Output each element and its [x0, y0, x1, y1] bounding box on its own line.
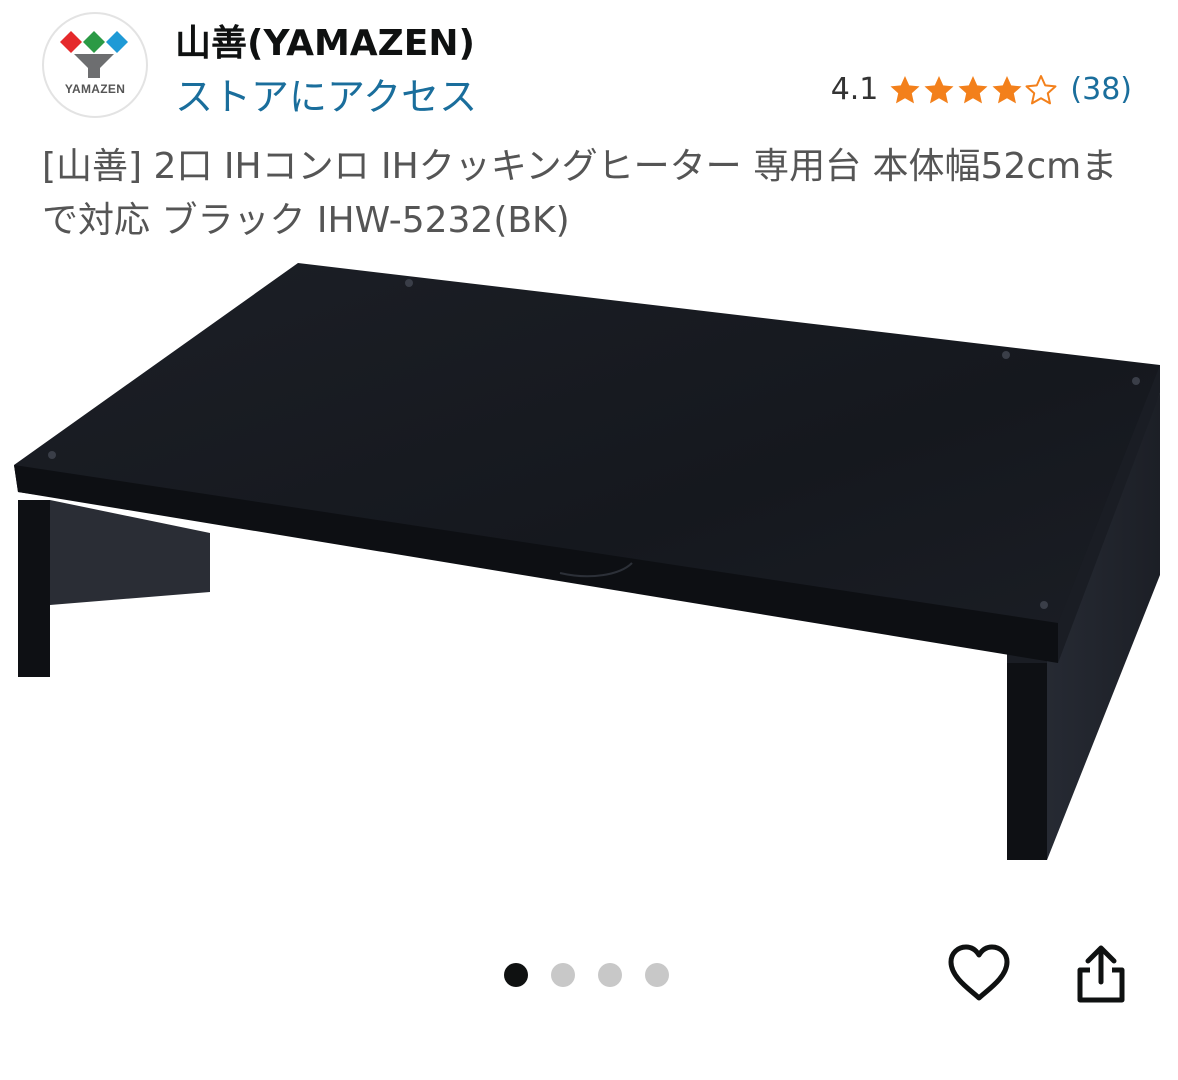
share-button[interactable]	[1066, 938, 1136, 1008]
star-filled-icon	[958, 75, 988, 103]
store-logo[interactable]: YAMAZEN	[42, 12, 148, 118]
star-rating	[888, 74, 1058, 106]
heart-icon	[948, 944, 1010, 1001]
share-icon	[1077, 945, 1125, 1003]
visit-store-link[interactable]: ストアにアクセス	[175, 66, 477, 121]
ih-stand-image	[14, 263, 1160, 860]
product-image[interactable]	[0, 255, 1178, 875]
carousel-dot[interactable]	[598, 963, 622, 987]
logo-text: YAMAZEN	[64, 82, 126, 96]
star-empty-icon	[1025, 74, 1057, 104]
yamazen-logo-icon	[60, 31, 128, 78]
favorite-button[interactable]	[944, 938, 1014, 1008]
store-name[interactable]: 山善(YAMAZEN)	[175, 14, 475, 66]
rating-summary[interactable]: 4.1 (38)	[831, 72, 1132, 107]
star-filled-icon	[992, 75, 1022, 103]
star-filled-icon	[890, 75, 920, 103]
image-carousel-dots	[504, 963, 692, 987]
product-title: [山善] 2口 IHコンロ IHクッキングヒーター 専用台 本体幅52cmまで対…	[42, 146, 1118, 241]
review-count[interactable]: (38)	[1070, 72, 1132, 107]
carousel-dot[interactable]	[504, 963, 528, 987]
store-header: YAMAZEN 山善(YAMAZEN) ストアにアクセス 4.1 (38)	[0, 0, 1178, 130]
carousel-dot[interactable]	[645, 963, 669, 987]
carousel-dot[interactable]	[551, 963, 575, 987]
star-filled-icon	[924, 75, 954, 103]
rating-value: 4.1	[830, 72, 879, 107]
